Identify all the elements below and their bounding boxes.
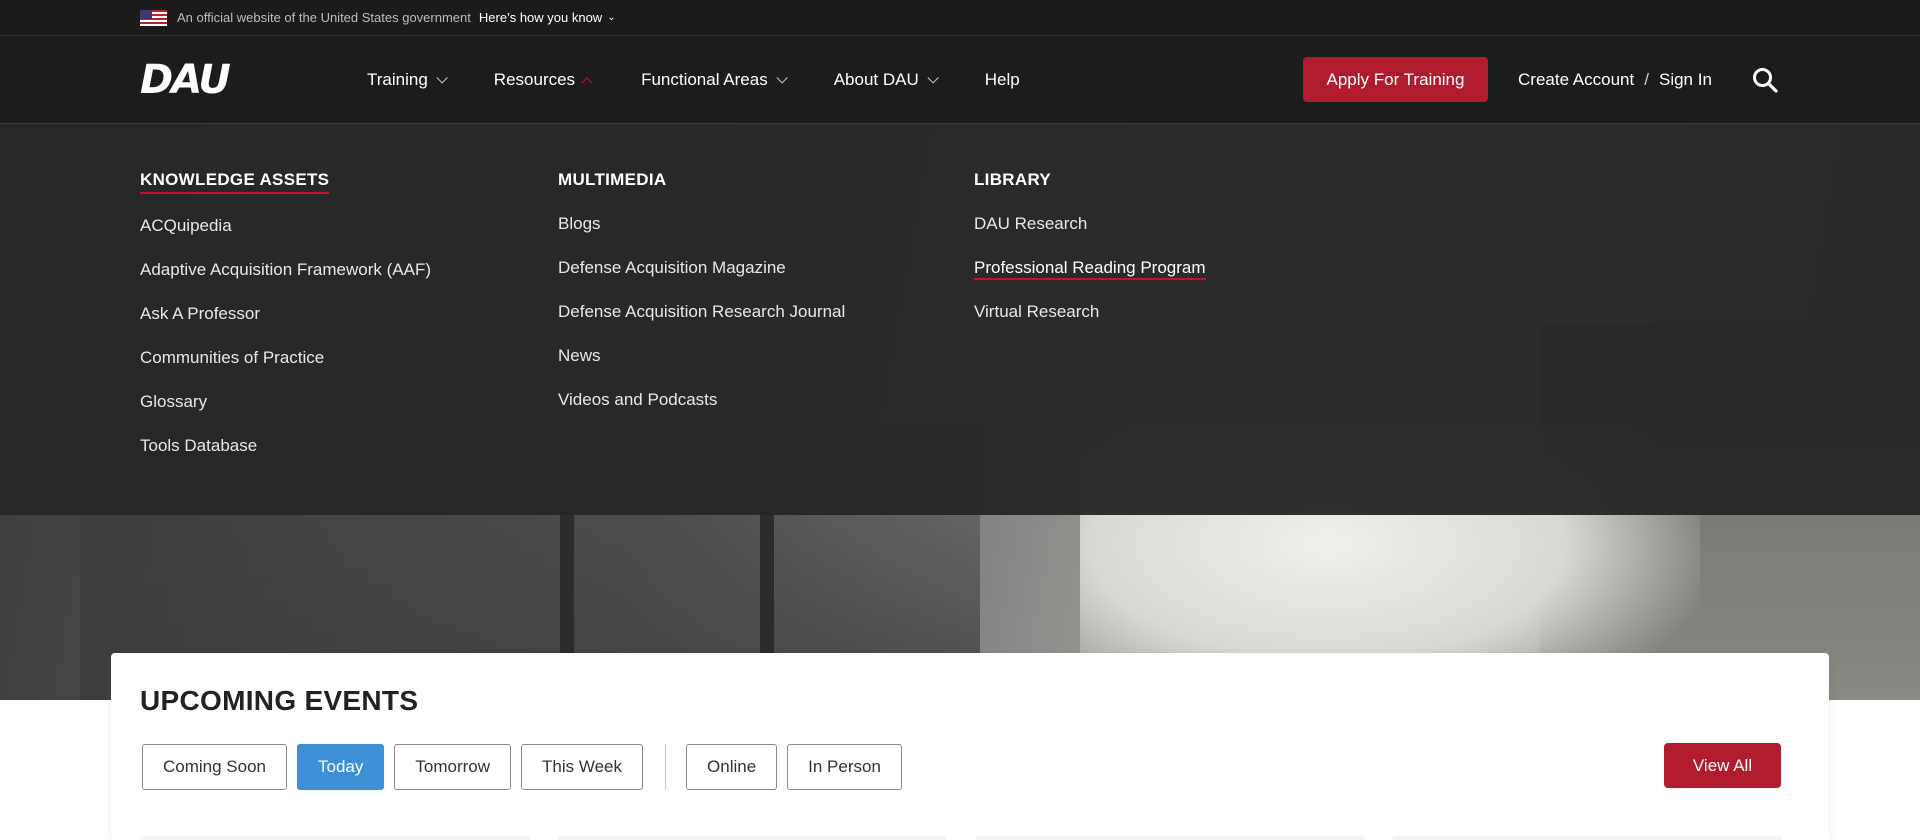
account-separator: / — [1644, 70, 1649, 89]
search-icon[interactable] — [1752, 67, 1778, 93]
menu-item-label: Blogs — [558, 214, 601, 233]
chevron-down-icon: ⌄ — [607, 12, 616, 23]
menu-item-label: Videos and Podcasts — [558, 390, 718, 409]
filter-this-week[interactable]: This Week — [521, 744, 644, 790]
event-card[interactable] — [140, 836, 530, 840]
view-all-button[interactable]: View All — [1664, 743, 1781, 788]
menu-item-label: Defense Acquisition Research Journal — [558, 302, 846, 321]
main-nav: Training Resources Functional Areas Abou… — [367, 36, 1070, 124]
menu-column-multimedia: MULTIMEDIA Blogs Defense Acquisition Mag… — [558, 170, 845, 434]
filter-today[interactable]: Today — [297, 744, 385, 790]
menu-item[interactable]: Blogs — [558, 214, 845, 258]
chevron-down-icon — [927, 72, 939, 84]
nav-help-label: Help — [984, 70, 1020, 89]
us-flag-icon — [140, 9, 167, 26]
menu-item-label: Communities of Practice — [140, 348, 325, 367]
menu-item-label: News — [558, 346, 601, 365]
nav-functional-areas[interactable]: Functional Areas — [641, 70, 788, 90]
apply-for-training-button[interactable]: Apply For Training — [1303, 57, 1488, 102]
menu-item[interactable]: Ask A Professor — [140, 304, 431, 348]
gov-banner-text: An official website of the United States… — [177, 10, 471, 25]
filter-coming-soon[interactable]: Coming Soon — [142, 744, 288, 790]
menu-item-label: Defense Acquisition Magazine — [558, 258, 786, 277]
menu-item-label: Adaptive Acquisition Framework (AAF) — [140, 260, 431, 279]
nav-about-dau-label: About DAU — [833, 70, 919, 89]
menu-item[interactable]: Videos and Podcasts — [558, 390, 845, 434]
chevron-down-icon — [776, 72, 788, 84]
menu-item[interactable]: Adaptive Acquisition Framework (AAF) — [140, 260, 431, 304]
nav-training[interactable]: Training — [367, 70, 448, 90]
menu-item[interactable]: Defense Acquisition Magazine — [558, 258, 845, 302]
nav-resources[interactable]: Resources — [493, 70, 593, 90]
menu-item-label: Virtual Research — [974, 302, 1100, 321]
menu-item[interactable]: Glossary — [140, 392, 431, 436]
chevron-up-icon — [581, 77, 593, 89]
account-links: Create Account / Sign In — [1518, 36, 1712, 124]
nav-training-label: Training — [367, 70, 428, 89]
nav-resources-label: Resources — [493, 70, 576, 89]
resources-mega-menu: KNOWLEDGE ASSETS ACQuipedia Adaptive Acq… — [0, 124, 1920, 515]
heres-how-you-know-label: Here’s how you know — [478, 10, 603, 25]
menu-item[interactable]: DAU Research — [974, 214, 1206, 258]
menu-column-knowledge-assets: KNOWLEDGE ASSETS ACQuipedia Adaptive Acq… — [140, 170, 431, 480]
menu-item-label: Ask A Professor — [140, 304, 260, 323]
site-header: DAU Training Resources Functional Areas … — [0, 36, 1920, 124]
event-card[interactable] — [975, 836, 1365, 840]
nav-functional-areas-label: Functional Areas — [641, 70, 768, 89]
event-filters: Coming Soon Today Tomorrow This Week Onl… — [142, 744, 912, 790]
menu-item[interactable]: ACQuipedia — [140, 216, 431, 260]
menu-item[interactable]: News — [558, 346, 845, 390]
menu-item[interactable]: Professional Reading Program — [974, 258, 1206, 302]
dau-logo[interactable]: DAU — [140, 60, 231, 100]
menu-item-label: Glossary — [140, 392, 208, 411]
menu-heading-knowledge-assets[interactable]: KNOWLEDGE ASSETS — [140, 170, 330, 194]
event-card[interactable] — [557, 836, 947, 840]
event-card[interactable] — [1392, 836, 1782, 840]
filter-divider — [665, 744, 667, 790]
filter-online[interactable]: Online — [686, 744, 778, 790]
filter-tomorrow[interactable]: Tomorrow — [394, 744, 512, 790]
upcoming-events-title: UPCOMING EVENTS — [140, 685, 419, 716]
chevron-down-icon — [436, 72, 448, 84]
heres-how-you-know-link[interactable]: Here’s how you know ⌄ — [479, 10, 616, 25]
menu-item[interactable]: Communities of Practice — [140, 348, 431, 392]
menu-item-label: DAU Research — [974, 214, 1088, 233]
menu-column-library: LIBRARY DAU Research Professional Readin… — [974, 170, 1206, 346]
menu-item[interactable]: Virtual Research — [974, 302, 1206, 346]
nav-help[interactable]: Help — [985, 70, 1020, 90]
sign-in-link[interactable]: Sign In — [1659, 70, 1712, 90]
menu-item-label: Tools Database — [140, 436, 258, 455]
upcoming-events-panel: UPCOMING EVENTS Coming Soon Today Tomorr… — [111, 653, 1829, 840]
gov-banner: An official website of the United States… — [0, 0, 1920, 36]
filter-in-person[interactable]: In Person — [787, 744, 902, 790]
menu-item[interactable]: Defense Acquisition Research Journal — [558, 302, 845, 346]
menu-item-label: ACQuipedia — [140, 216, 232, 235]
menu-item[interactable]: Tools Database — [140, 436, 431, 480]
menu-heading-multimedia[interactable]: MULTIMEDIA — [558, 170, 666, 192]
create-account-link[interactable]: Create Account — [1518, 70, 1634, 90]
menu-heading-library[interactable]: LIBRARY — [974, 170, 1051, 192]
nav-about-dau[interactable]: About DAU — [833, 70, 939, 90]
menu-item-label: Professional Reading Program — [974, 258, 1206, 280]
